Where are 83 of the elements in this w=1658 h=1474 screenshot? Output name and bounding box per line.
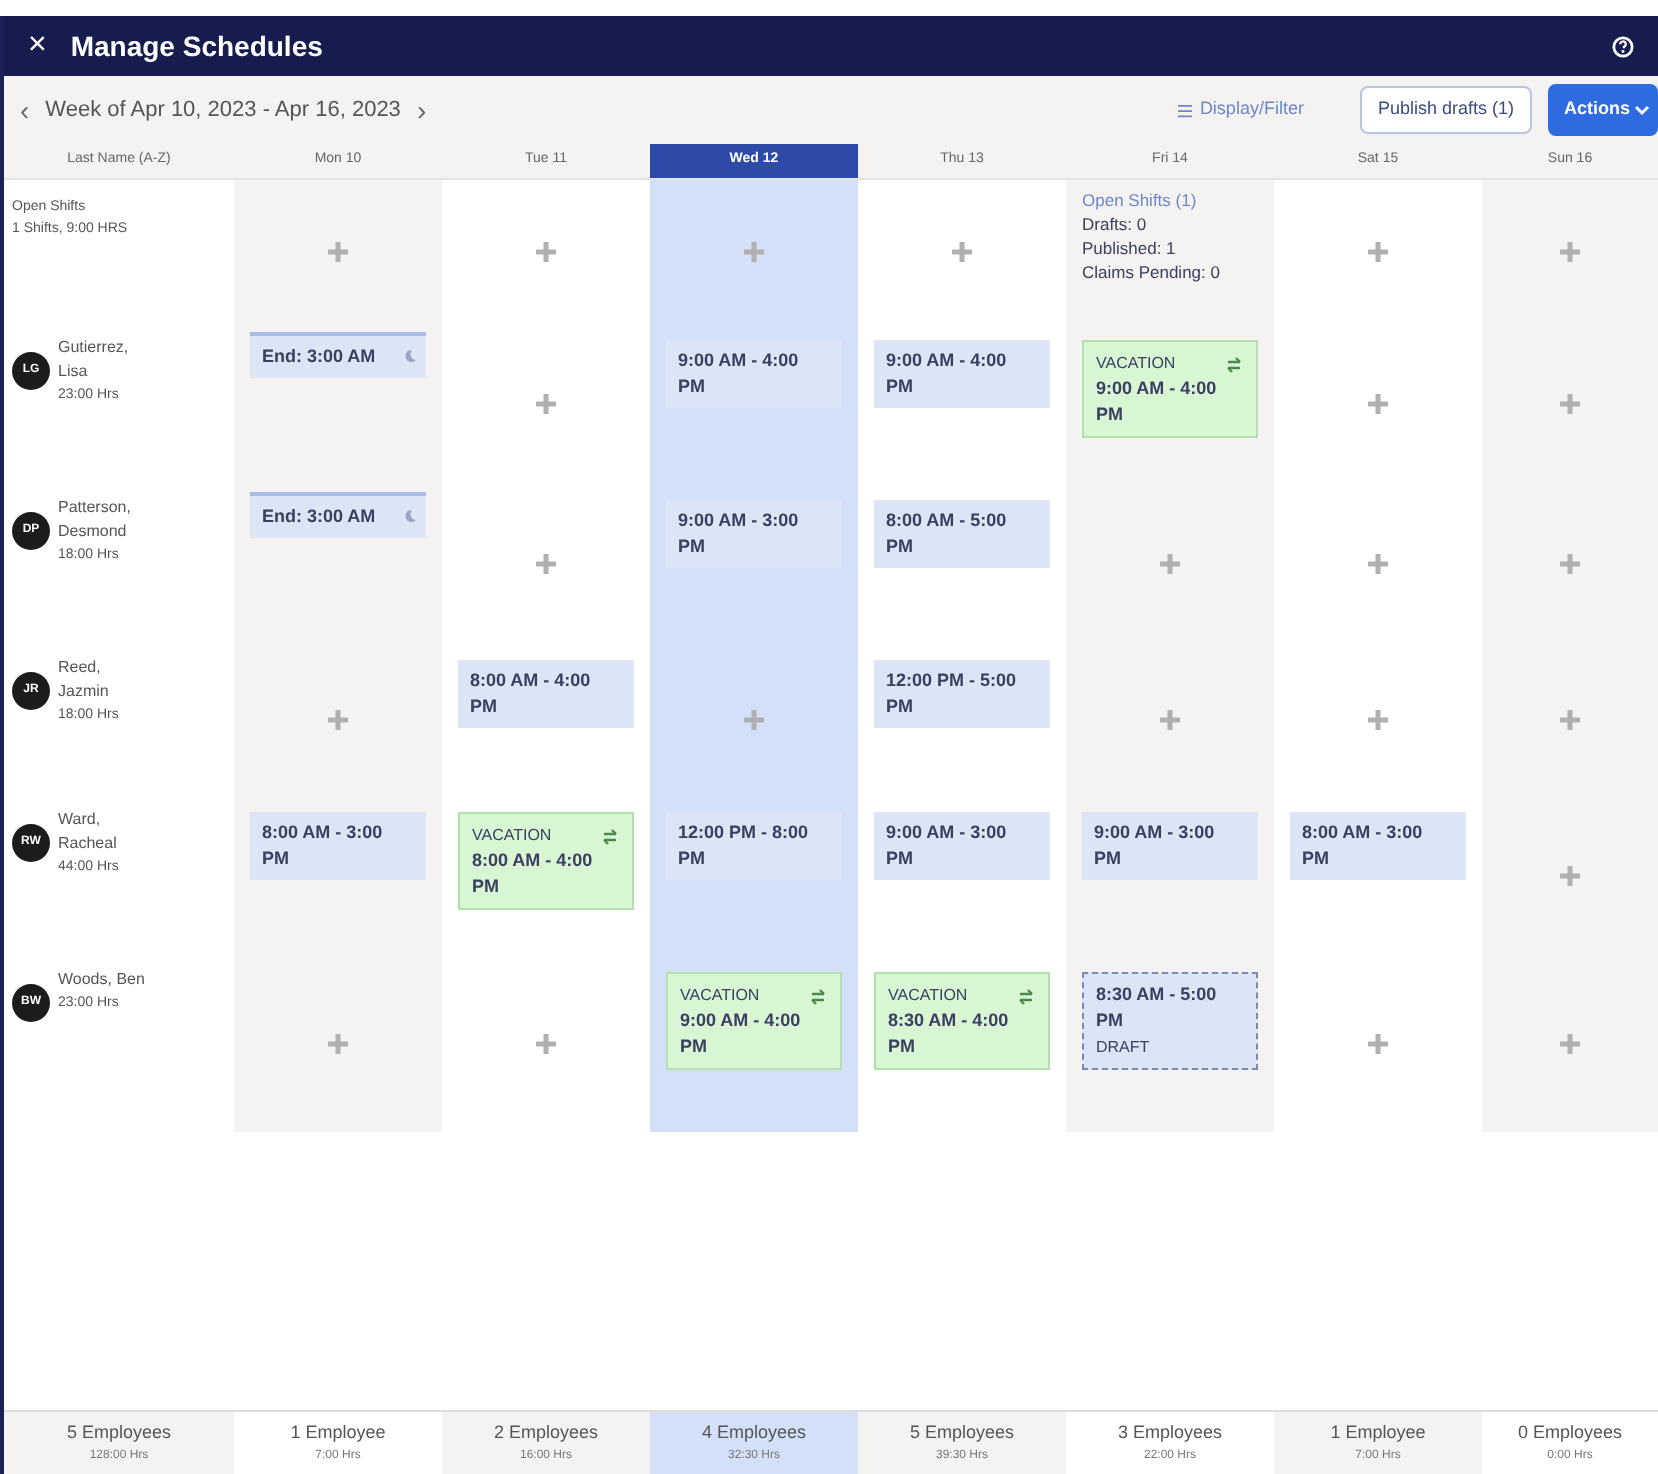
employee-count: 5 Employees (66, 1420, 172, 1447)
shift-block[interactable]: 8:00 AM - 3:00 PM (250, 812, 426, 880)
shift-block[interactable]: 9:00 AM - 3:00 PM (1082, 812, 1258, 880)
vacation-label: VACATION (888, 984, 968, 1008)
shift-block[interactable]: End: 3:00 AM (250, 332, 426, 378)
add-shift-icon[interactable] (326, 708, 350, 732)
employee-count: 5 Employees (909, 1420, 1015, 1447)
add-shift-icon[interactable] (534, 392, 558, 416)
window-title: Manage Schedules (70, 27, 323, 66)
shift-time: 8:30 AM - 5:00 PM (1096, 982, 1219, 1034)
vacation-label: VACATION (680, 984, 760, 1008)
add-shift-icon[interactable] (534, 1032, 558, 1056)
shift-block[interactable]: 12:00 PM - 5:00 PM (874, 660, 1050, 728)
add-shift-icon[interactable] (534, 552, 558, 576)
add-shift-icon[interactable] (1558, 392, 1582, 416)
shift-time: 8:30 AM - 4:00 PM (888, 1008, 1011, 1060)
week-range: Week of Apr 10, 2023 - Apr 16, 2023 (45, 95, 401, 126)
shift-time: 9:00 AM - 4:00 PM (680, 1008, 803, 1060)
add-shift-icon[interactable] (1558, 864, 1582, 888)
employee-name[interactable]: Patterson, Desmond (58, 496, 150, 544)
add-shift-icon[interactable] (534, 240, 558, 264)
employee-name[interactable]: Gutierrez, Lisa (58, 336, 150, 384)
employee-count: 3 Employees (1117, 1420, 1223, 1447)
add-shift-icon[interactable] (1158, 708, 1182, 732)
vacation-block[interactable]: VACATION 8:30 AM - 4:00 PM (874, 972, 1050, 1070)
add-shift-icon[interactable] (742, 240, 766, 264)
draft-label: DRAFT (1096, 1036, 1152, 1060)
publish-drafts-button[interactable]: Publish drafts (1) (1359, 86, 1532, 134)
add-shift-icon[interactable] (1366, 1032, 1390, 1056)
employee-name[interactable]: Ward, Racheal (58, 808, 150, 856)
shift-block[interactable]: 9:00 AM - 4:00 PM (874, 340, 1050, 408)
employee-count: 0 Employees (1517, 1420, 1623, 1447)
add-shift-icon[interactable] (1366, 552, 1390, 576)
add-shift-icon[interactable] (1558, 240, 1582, 264)
filter-icon (1177, 103, 1192, 117)
summary-line: Published: 1 (1082, 236, 1178, 260)
add-shift-icon[interactable] (1366, 392, 1390, 416)
add-shift-icon[interactable] (1366, 240, 1390, 264)
summary-line: Drafts: 0 (1082, 212, 1149, 236)
actions-button[interactable]: Actions (1547, 84, 1658, 136)
add-shift-icon[interactable] (1558, 708, 1582, 732)
shift-block[interactable]: 9:00 AM - 4:00 PM (666, 340, 842, 408)
summary-line: Claims Pending: 0 (1082, 260, 1222, 284)
vacation-block[interactable]: VACATION 8:00 AM - 4:00 PM (458, 812, 634, 910)
add-shift-icon[interactable] (1558, 1032, 1582, 1056)
shift-block[interactable]: 8:00 AM - 5:00 PM (874, 500, 1050, 568)
employee-count: 4 Employees (701, 1420, 807, 1447)
swap-icon (808, 985, 828, 1005)
help-icon[interactable] (1612, 35, 1634, 57)
shift-block[interactable]: 9:00 AM - 3:00 PM (666, 500, 842, 568)
vacation-label: VACATION (1096, 352, 1176, 376)
vacation-label: VACATION (472, 824, 552, 848)
employee-name[interactable]: Reed, Jazmin (58, 656, 150, 704)
add-shift-icon[interactable] (1366, 708, 1390, 732)
shift-time: 8:00 AM - 4:00 PM (472, 848, 595, 900)
add-shift-icon[interactable] (1158, 552, 1182, 576)
employee-count: 2 Employees (493, 1420, 599, 1447)
add-shift-icon[interactable] (950, 240, 974, 264)
add-shift-icon[interactable] (326, 1032, 350, 1056)
shift-block[interactable]: 8:00 AM - 3:00 PM (1290, 812, 1466, 880)
vacation-block[interactable]: VACATION 9:00 AM - 4:00 PM (666, 972, 842, 1070)
swap-icon (600, 825, 620, 845)
shift-time: 9:00 AM - 4:00 PM (1096, 376, 1219, 428)
next-week-button[interactable]: › (416, 89, 427, 131)
shift-block[interactable]: 8:00 AM - 4:00 PM (458, 660, 634, 728)
shift-block[interactable]: End: 3:00 AM (250, 492, 426, 538)
moon-icon (402, 348, 418, 364)
draft-block[interactable]: 8:30 AM - 5:00 PM DRAFT (1082, 972, 1258, 1070)
shift-block[interactable]: 12:00 PM - 8:00 PM (666, 812, 842, 880)
employee-count: 1 Employee (290, 1420, 386, 1447)
moon-icon (402, 508, 418, 524)
employee-name[interactable]: Woods, Ben (58, 968, 150, 992)
shift-block[interactable]: 9:00 AM - 3:00 PM (874, 812, 1050, 880)
swap-icon (1016, 985, 1036, 1005)
employee-count: 1 Employee (1330, 1420, 1426, 1447)
add-shift-icon[interactable] (326, 240, 350, 264)
close-button[interactable]: × (28, 30, 47, 62)
vacation-block[interactable]: VACATION 9:00 AM - 4:00 PM (1082, 340, 1258, 438)
add-shift-icon[interactable] (1558, 552, 1582, 576)
swap-icon (1224, 353, 1244, 373)
caret-icon (1634, 102, 1650, 118)
add-shift-icon[interactable] (742, 708, 766, 732)
previous-week-button[interactable]: ‹ (20, 89, 30, 131)
